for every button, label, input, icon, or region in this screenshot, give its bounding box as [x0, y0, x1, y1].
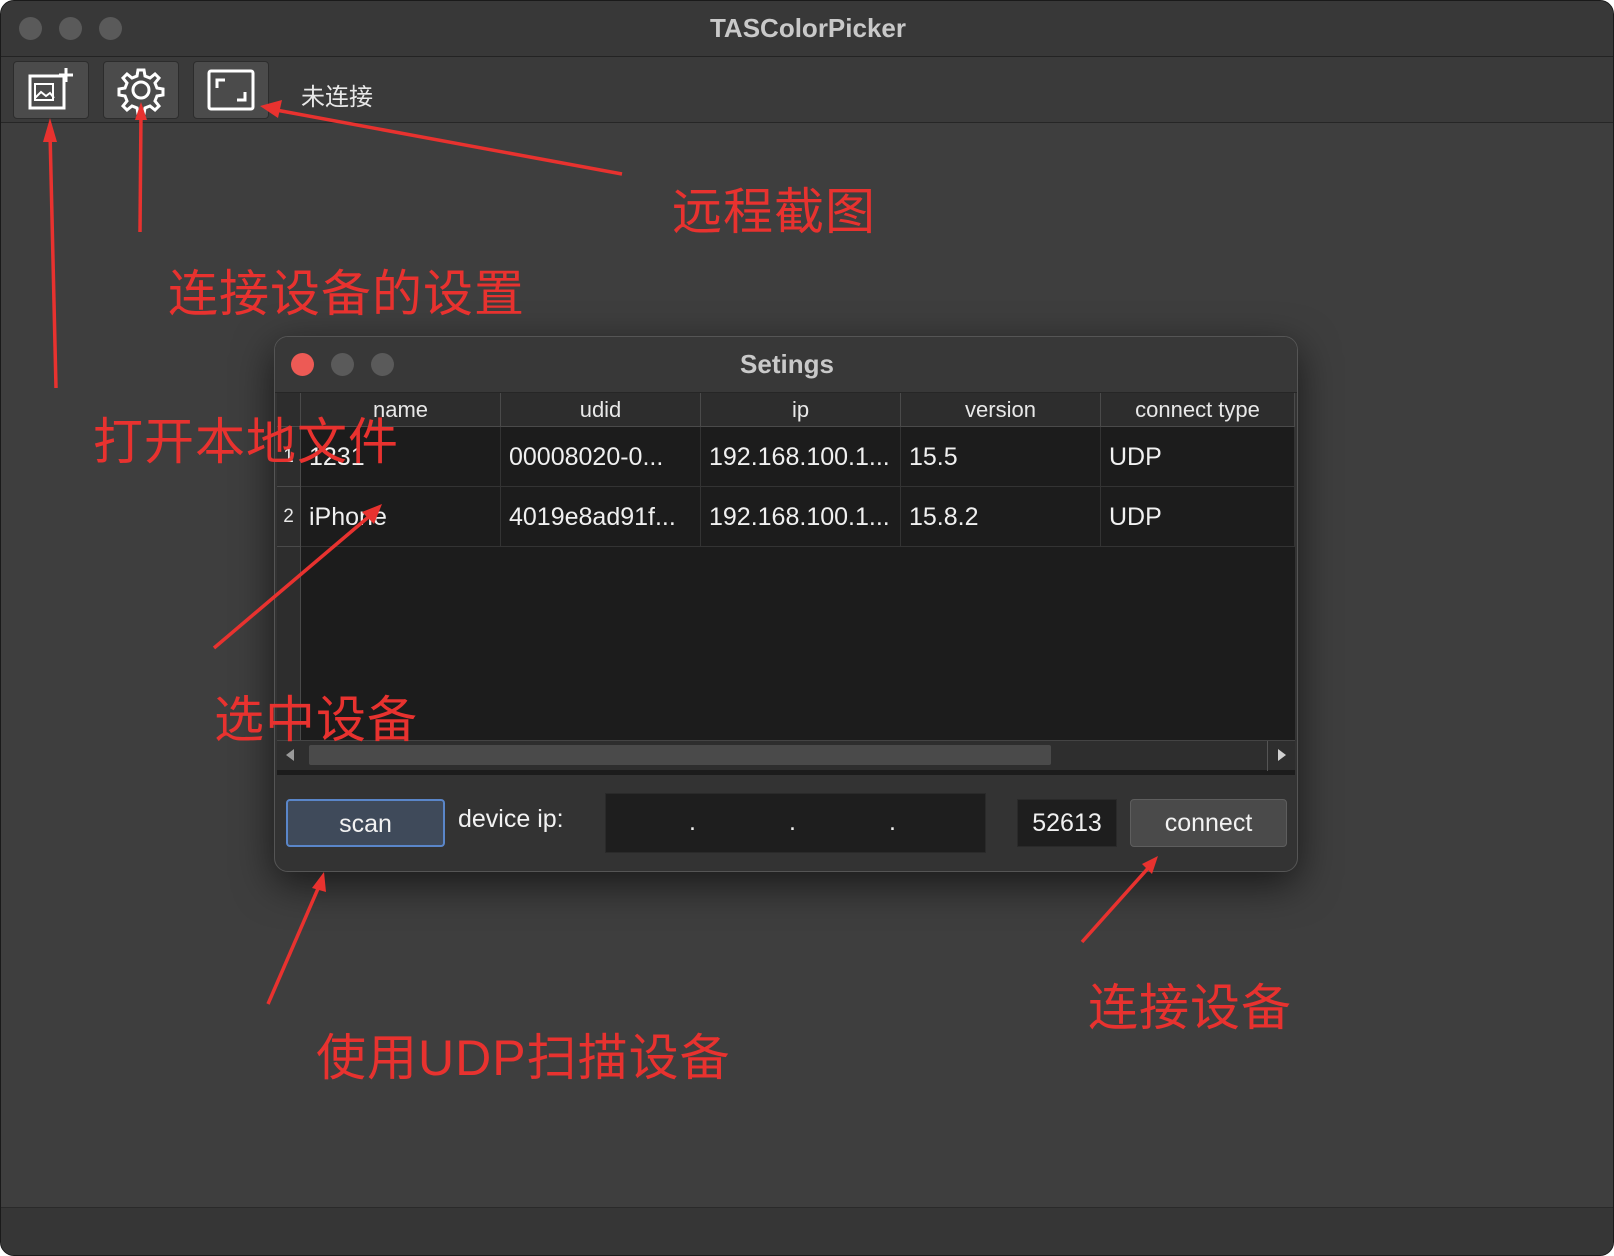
- annotation-select-device: 选中设备: [214, 692, 418, 748]
- annotation-open-local-file: 打开本地文件: [93, 414, 399, 470]
- arrow-head-icon: [43, 118, 57, 142]
- annotation-scan-udp: 使用UDP扫描设备: [316, 1030, 731, 1086]
- arrow-open-file: [48, 131, 58, 389]
- arrow-select-device: [212, 512, 374, 650]
- annotation-remote-screenshot: 远程截图: [672, 184, 876, 240]
- annotation-connect-device: 连接设备: [1088, 980, 1292, 1036]
- arrow-screenshot: [275, 108, 623, 176]
- arrow-connect: [1080, 864, 1152, 944]
- arrow-head-icon: [312, 872, 326, 892]
- arrow-scan: [266, 883, 322, 1005]
- arrow-settings: [138, 111, 143, 233]
- arrow-head-icon: [260, 100, 282, 118]
- annotation-device-settings: 连接设备的设置: [168, 266, 525, 322]
- arrow-head-icon: [135, 102, 147, 120]
